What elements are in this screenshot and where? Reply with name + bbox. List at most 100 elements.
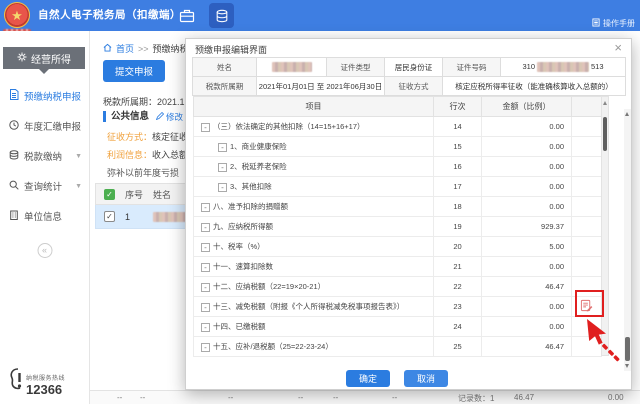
dialog-scrollbar-thumb[interactable]: [625, 337, 630, 361]
row-amount: 0.00: [482, 297, 572, 317]
sidebar: 经营所得 预缴纳税申报 ▼ 年度汇缴申报 ▼ 税款缴纳 ▼ 查询统计 ▼ 单位信…: [0, 31, 90, 404]
row-item-label: 2、税延养老保险: [230, 162, 287, 171]
detail-table-body: -（三）依法确定的其他扣除（14=15+16+17） 14 0.00 -1、商业…: [194, 117, 602, 357]
detail-table-row: -十二、应纳税额（22=19×20-21） 22 46.47: [194, 277, 602, 297]
row-item-label: 十、税率（%）: [213, 242, 265, 251]
file-icon: [9, 89, 19, 103]
chevron-down-icon: ▼: [75, 183, 82, 190]
row-item-label: 十五、应补/退税额（25=22-23-24）: [213, 342, 333, 351]
row-line-no: 23: [434, 297, 482, 317]
search-stats-icon: [9, 180, 19, 193]
table-scrollbar-thumb[interactable]: [603, 117, 607, 151]
tax-period-line: 税款所属期：2021.1.1: [103, 95, 192, 108]
footer-placeholder: --: [333, 393, 338, 402]
collapse-toggle-icon[interactable]: -: [201, 203, 210, 212]
sidebar-collapse-button[interactable]: «: [37, 243, 52, 258]
row-line-no: 15: [434, 137, 482, 157]
collapse-toggle-icon[interactable]: -: [201, 243, 210, 252]
row-amount: 0.00: [482, 177, 572, 197]
row-item-label: 十三、减免税额（附报《个人所得税减免税事项报告表》）: [213, 302, 404, 311]
collapse-toggle-icon[interactable]: -: [218, 143, 227, 152]
detail-table-row: -十、税率（%） 20 5.00: [194, 237, 602, 257]
row-item-label: 十二、应纳税额（22=19×20-21）: [213, 282, 325, 291]
dialog-scrollbar[interactable]: [624, 109, 631, 371]
detail-table-row: -3、其他扣除 17 0.00: [194, 177, 602, 197]
clock-icon: [9, 120, 19, 133]
sidebar-item-label: 预缴纳税申报: [24, 89, 81, 103]
footer-sum-paid: 0.00: [608, 393, 624, 402]
cancel-button[interactable]: 取消: [404, 370, 448, 387]
collapse-toggle-icon[interactable]: -: [201, 323, 210, 332]
collapse-toggle-icon[interactable]: -: [201, 263, 210, 272]
dialog-title: 预缴申报编辑界面: [195, 43, 267, 56]
period-value: 2021年01月01日 至 2021年06月30日: [257, 77, 385, 96]
footer-placeholder: --: [117, 393, 122, 402]
sidebar-section-header[interactable]: 经营所得: [3, 47, 85, 69]
row-amount: 0.00: [482, 117, 572, 137]
row-line-no: 18: [434, 197, 482, 217]
app-window: ★ 自然人电子税务局（扣缴端） 操作手册: [0, 0, 640, 404]
app-title: 自然人电子税务局（扣缴端）: [38, 0, 181, 31]
row-line-no: 17: [434, 177, 482, 197]
row-amount: 0.00: [482, 157, 572, 177]
row-item-label: 十四、已缴税额: [213, 322, 266, 331]
confirm-button[interactable]: 确定: [346, 370, 390, 387]
col-index-header: 序号: [125, 188, 153, 201]
collapse-toggle-icon[interactable]: -: [201, 223, 210, 232]
detail-table-row: -九、应纳税所得额 19 929.37: [194, 217, 602, 237]
collapse-toggle-icon[interactable]: -: [218, 163, 227, 172]
sidebar-item-label: 税款缴纳: [24, 149, 62, 163]
select-all-checkbox[interactable]: ✓: [104, 189, 115, 200]
footer-placeholder: --: [298, 393, 303, 402]
detail-table-row: -1、商业健康保险 15 0.00: [194, 137, 602, 157]
sidebar-menu: 预缴纳税申报 ▼ 年度汇缴申报 ▼ 税款缴纳 ▼ 查询统计 ▼ 单位信息 ▼: [0, 81, 89, 231]
sidebar-item-查询统计[interactable]: 查询统计 ▼: [0, 171, 89, 201]
database-icon[interactable]: [209, 3, 234, 28]
sidebar-item-税款缴纳[interactable]: 税款缴纳 ▼: [0, 141, 89, 171]
close-icon[interactable]: ×: [614, 40, 622, 55]
collapse-toggle-icon[interactable]: -: [218, 183, 227, 192]
collapse-toggle-icon[interactable]: -: [201, 123, 210, 132]
row-line-no: 14: [434, 117, 482, 137]
pencil-icon: [156, 112, 164, 122]
row-item-label: 1、商业健康保险: [230, 142, 287, 151]
detail-table-header: 项目 行次 金额（比例）: [194, 97, 602, 117]
col-name-header: 姓名: [153, 188, 171, 201]
sidebar-item-label: 查询统计: [24, 179, 62, 193]
row-checkbox[interactable]: ✓: [104, 211, 115, 222]
dialog-form: 姓名 证件类型 居民身份证 证件号码 310513 税款所属期 2021年01月…: [192, 57, 626, 96]
report-edit-icon[interactable]: [580, 305, 593, 314]
detail-table-row: -八、准予扣除的捐赠额 18 0.00: [194, 197, 602, 217]
row-item-label: 十一、速算扣除数: [213, 262, 273, 271]
detail-table: 项目 行次 金额（比例） -（三）依法确定的其他扣除（14=15+16+17） …: [193, 96, 602, 357]
detail-table-row: -十三、减免税额（附报《个人所得税减免税事项报告表》） 23 0.00: [194, 297, 602, 317]
submit-declaration-button[interactable]: 提交申报: [103, 60, 165, 82]
id-type-value: 居民身份证: [385, 58, 443, 77]
public-info-title: 公共信息: [103, 111, 149, 122]
collapse-toggle-icon[interactable]: -: [201, 283, 210, 292]
collapse-toggle-icon[interactable]: -: [201, 343, 210, 352]
detail-table-row: -十一、速算扣除数 21 0.00: [194, 257, 602, 277]
row-line-no: 21: [434, 257, 482, 277]
sidebar-item-年度汇缴申报[interactable]: 年度汇缴申报 ▼: [0, 111, 89, 141]
breadcrumb-home-link[interactable]: 首页: [116, 42, 134, 55]
table-scrollbar[interactable]: [601, 96, 609, 356]
sidebar-item-单位信息[interactable]: 单位信息 ▼: [0, 201, 89, 231]
briefcase-icon[interactable]: [178, 7, 196, 25]
footer-placeholder: --: [228, 393, 233, 402]
row-line-no: 20: [434, 237, 482, 257]
top-header: ★ 自然人电子税务局（扣缴端） 操作手册: [0, 0, 640, 31]
hotline-block: 纳税服务热线 12366: [7, 367, 65, 396]
row-amount: 0.00: [482, 197, 572, 217]
levy-value: 核定应税所得率征收（能准确核算收入总额的）: [443, 77, 626, 96]
manual-link[interactable]: 操作手册: [592, 18, 635, 29]
sidebar-item-预缴纳税申报[interactable]: 预缴纳税申报 ▼: [0, 81, 89, 111]
modify-link[interactable]: 修改: [156, 111, 183, 123]
edit-dialog: 预缴申报编辑界面 × 姓名 证件类型 居民身份证 证件号码 310513 税款所…: [185, 38, 632, 390]
record-count: 记录数：1: [458, 393, 494, 404]
row-amount: 46.47: [482, 337, 572, 357]
footer-sum-tax: 46.47: [514, 393, 534, 402]
collapse-toggle-icon[interactable]: -: [201, 303, 210, 312]
sidebar-item-label: 单位信息: [24, 209, 62, 223]
detail-table-row: -十四、已缴税额 24 0.00: [194, 317, 602, 337]
